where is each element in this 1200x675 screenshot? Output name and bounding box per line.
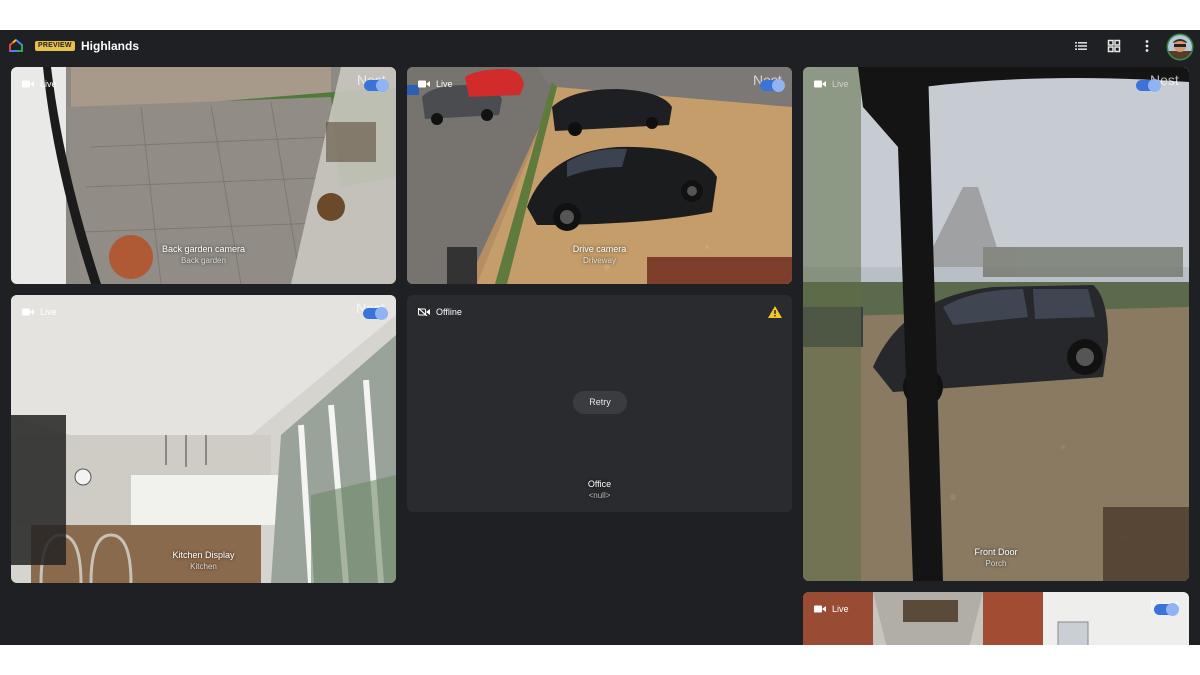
toggle-knob [1148,79,1161,92]
camera-feed-front-door [803,67,1189,581]
toggle-knob [375,307,388,320]
videocam-icon [22,80,34,88]
camera-room: Kitchen [190,562,217,571]
camera-toggle[interactable] [760,79,785,92]
camera-toggle[interactable] [1136,79,1161,92]
camera-toggle[interactable] [1154,603,1179,616]
live-indicator: Live [814,604,849,614]
videocam-icon [418,80,430,88]
camera-name: Drive camera [572,244,627,254]
camera-caption: Office <null> [407,478,792,501]
camera-caption: Drive camera Driveway [407,243,792,266]
videocam-icon [22,308,34,316]
live-indicator: Live [418,79,453,89]
warning-icon [768,306,782,318]
camera-toggle[interactable] [364,79,389,92]
status-label: Live [832,604,849,614]
camera-room: Porch [985,559,1007,568]
camera-feed-side [803,592,1189,645]
top-bar: PREVIEW Highlands [0,30,1200,62]
camera-name: Office [587,479,612,489]
camera-tile-side[interactable]: Live Nest [803,592,1189,645]
status-label: Live [40,79,57,89]
status-label: Live [832,79,849,89]
user-avatar[interactable] [1168,35,1192,59]
camera-caption: Back garden camera Back garden [11,243,396,266]
camera-name: Front Door [974,547,1018,557]
camera-caption: Front Door Porch [803,546,1189,569]
retry-button[interactable]: Retry [573,391,627,414]
status-label: Live [40,307,57,317]
offline-indicator: Offline [418,307,462,317]
status-label: Live [436,79,453,89]
google-home-icon[interactable] [9,39,23,52]
list-view-icon[interactable] [1073,38,1089,54]
live-indicator: Live [814,79,849,89]
camera-tile-drive[interactable]: Live Nest Drive camera Driveway [407,67,792,284]
toggle-knob [772,79,785,92]
camera-room: <null> [588,491,611,500]
live-indicator: Live [22,307,57,317]
videocam-icon [814,605,826,613]
camera-tile-office[interactable]: Offline Retry Office <null> [407,295,792,512]
camera-toggle[interactable] [363,307,388,320]
videocam-off-icon [418,308,430,316]
camera-room: Driveway [583,256,616,265]
toggle-knob [376,79,389,92]
camera-caption: Kitchen Display Kitchen [11,549,396,572]
camera-tile-front-door[interactable]: Live Nest Front Door Porch [803,67,1189,581]
camera-name: Back garden camera [161,244,246,254]
camera-room: Back garden [181,256,226,265]
more-vert-icon[interactable] [1139,38,1155,54]
status-label: Offline [436,307,462,317]
camera-tile-back-garden[interactable]: Live Nest Back garden camera Back garden [11,67,396,284]
camera-tile-kitchen[interactable]: Live Nest Kitchen Display Kitchen [11,295,396,583]
preview-badge: PREVIEW [35,41,75,51]
toggle-knob [1166,603,1179,616]
home-title: Highlands [81,39,140,53]
grid-view-icon[interactable] [1106,38,1122,54]
videocam-icon [814,80,826,88]
camera-name: Kitchen Display [172,550,235,560]
live-indicator: Live [22,79,57,89]
camera-dashboard: PREVIEW Highlands Live Back garden camer… [0,30,1200,645]
camera-feed-kitchen [11,295,396,583]
